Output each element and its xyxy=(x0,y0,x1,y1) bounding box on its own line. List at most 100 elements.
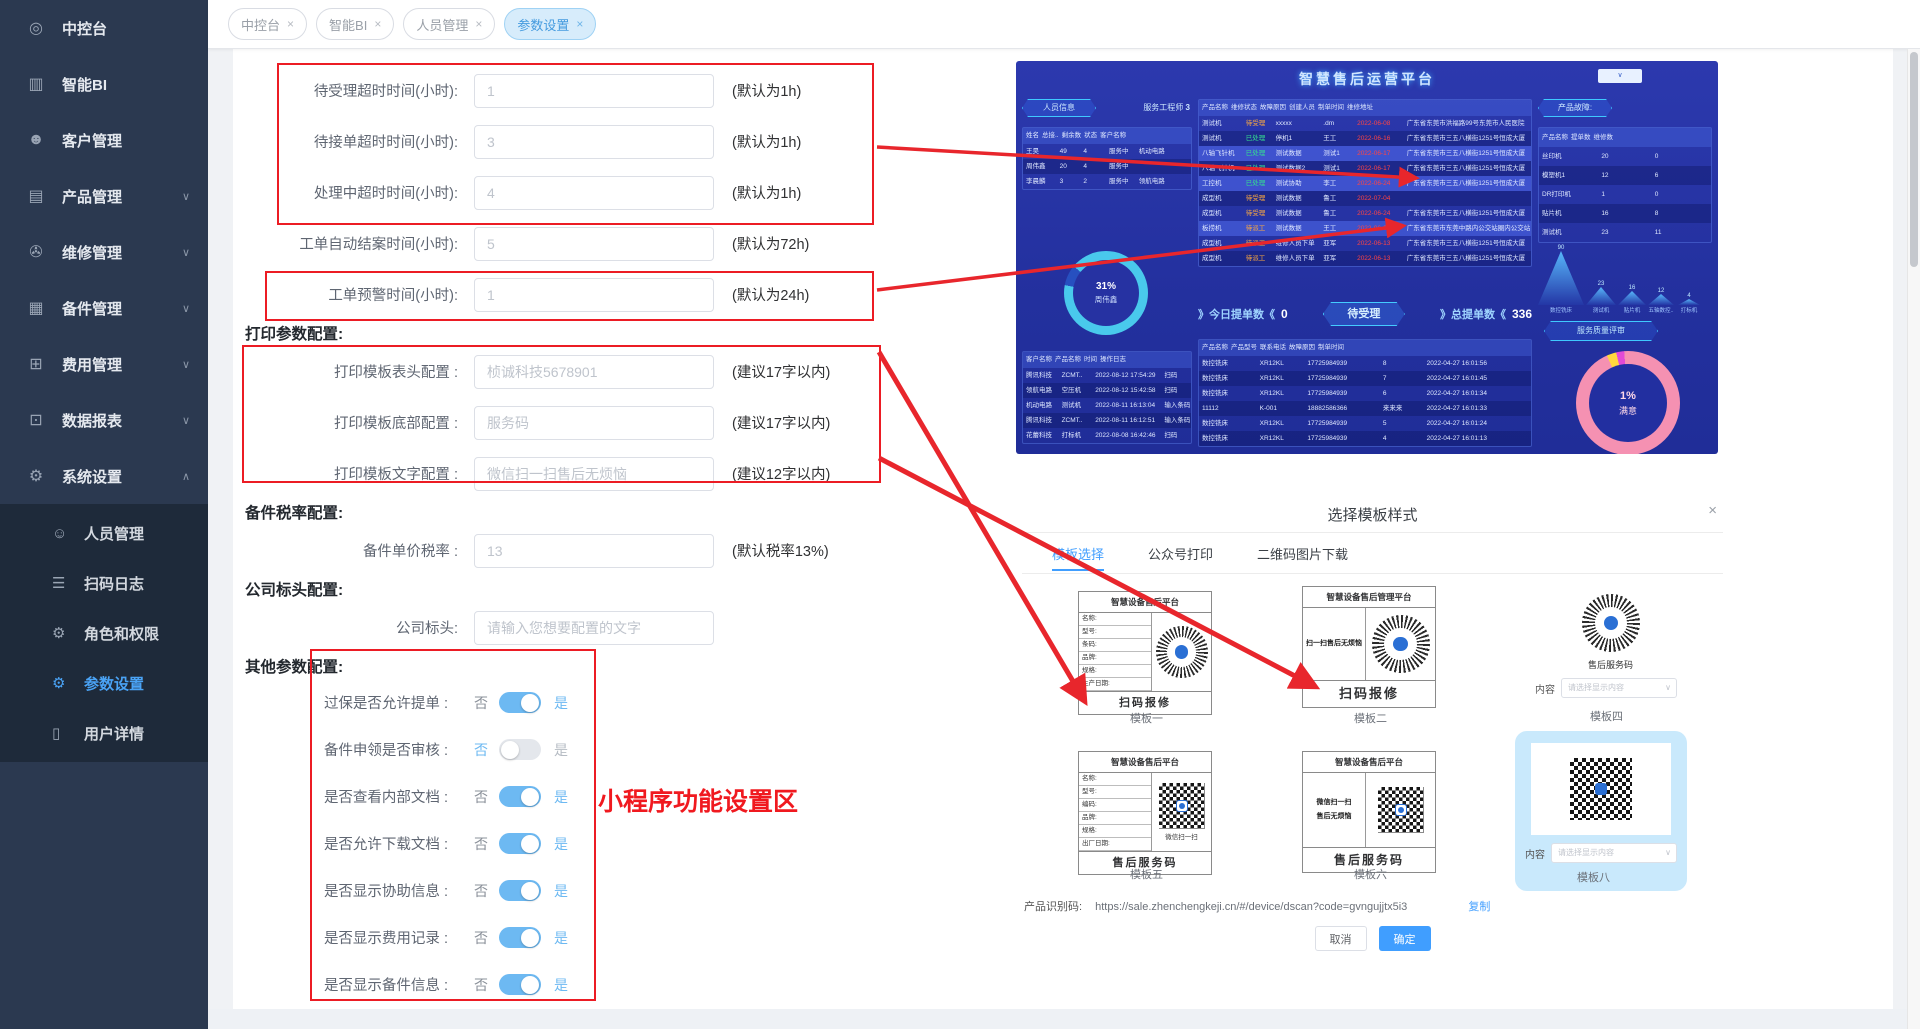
dialog-buttons: 取消 确定 xyxy=(1022,926,1723,951)
sidebar-item-roles[interactable]: ⚙ 角色和权限 xyxy=(0,608,208,658)
close-icon[interactable]: × xyxy=(374,17,381,31)
template-card-5[interactable]: 智慧设备售后平台 名称: 型号: 编码: 品牌: 规格: 出厂日期: xyxy=(1078,751,1212,875)
cell: 23 xyxy=(1598,223,1651,242)
content-area: 待受理超时时间(小时): 1 (默认为1h) 待接单超时时间(小时): 3 (默… xyxy=(208,49,1920,1009)
sidebar-item-scan-log[interactable]: ☰ 扫码日志 xyxy=(0,558,208,608)
cancel-button[interactable]: 取消 xyxy=(1315,926,1367,951)
copy-link[interactable]: 复制 xyxy=(1468,901,1490,913)
toggle-switch[interactable] xyxy=(499,880,541,901)
sidebar-item-reports[interactable]: ⊡ 数据报表 ∨ xyxy=(0,392,208,448)
dashboard-middle-column: 产品名称维修状态故障原因创建人员制单时间维修地址 测试机 待受理 xxxxx .… xyxy=(1198,99,1532,449)
text-input[interactable]: 3 xyxy=(474,125,714,159)
toggle-switch[interactable] xyxy=(499,692,541,713)
annotation-text: 小程序功能设置区 xyxy=(598,782,798,818)
switch-knob xyxy=(521,976,539,994)
sidebar-item-system-settings[interactable]: ⚙ 系统设置 ∧ xyxy=(0,448,208,504)
toggle-yes-label: 是 xyxy=(554,975,568,995)
toggle-switch[interactable] xyxy=(499,833,541,854)
template-card-8-selected[interactable]: 内容 请选择显示内容 ∨ 模板八 xyxy=(1515,731,1687,891)
close-icon[interactable]: × xyxy=(1708,502,1717,519)
toggle-yes-label: 是 xyxy=(554,928,568,948)
text-input[interactable]: 请输入您想要配置的文字 xyxy=(474,611,714,645)
cell: 测试机 xyxy=(1199,116,1243,131)
today-orders-label: 》今日提单数《 xyxy=(1198,309,1275,321)
text-input[interactable]: 13 xyxy=(474,534,714,568)
cell: 12 xyxy=(1598,166,1651,185)
table-row: 丝印机 20 0 xyxy=(1539,147,1711,166)
field-label: 打印模板表头配置 : xyxy=(233,361,458,382)
toggle-switch[interactable] xyxy=(499,974,541,995)
board-icon: ⊞ xyxy=(26,354,46,374)
page-tab[interactable]: 参数设置 × xyxy=(504,8,596,40)
today-orders-value: 0 xyxy=(1281,307,1288,321)
sidebar-item-repair[interactable]: ✇ 维修管理 ∨ xyxy=(0,224,208,280)
content-select-row: 内容 请选择显示内容 ∨ xyxy=(1525,843,1677,863)
text-input[interactable]: 桢诚科技5678901 xyxy=(474,355,714,389)
card-caption: 模板一 xyxy=(1130,710,1163,726)
sidebar-item-parameter-settings[interactable]: ⚙ 参数设置 xyxy=(0,658,208,708)
text-input[interactable]: 服务码 xyxy=(474,406,714,440)
table-row: 花蕾科技 打标机 2022-08-08 16:42:46 扫码 xyxy=(1023,428,1191,443)
tab-label: 中控台 xyxy=(241,15,280,34)
tab-label: 智能BI xyxy=(329,15,367,34)
peak-value: 90 xyxy=(1558,245,1565,251)
time-filter-dropdown[interactable]: ∨ xyxy=(1598,69,1642,83)
toggle-switch[interactable] xyxy=(499,786,541,807)
text-input[interactable]: 微信扫一扫售后无烦恼 xyxy=(474,457,714,491)
header-cell: 总接.. xyxy=(1039,128,1059,144)
dialog-tab[interactable]: 二维码图片下载 xyxy=(1257,544,1348,571)
sidebar-item-bi[interactable]: ▥ 智能BI xyxy=(0,56,208,112)
page-tab[interactable]: 智能BI × xyxy=(316,8,394,40)
table-row: 11112 K-001 18882586366 来来来 2022-04-27 1… xyxy=(1199,401,1531,416)
template-card-2[interactable]: 智慧设备售后管理平台 扫一扫售后无烦恼 扫码报修 xyxy=(1302,586,1436,708)
qr-code-circular xyxy=(1156,626,1208,678)
total-orders-label: 》总提单数《 xyxy=(1440,309,1506,321)
sidebar-item-parts[interactable]: ▦ 备件管理 ∨ xyxy=(0,280,208,336)
content-select[interactable]: 请选择显示内容 ∨ xyxy=(1561,678,1677,698)
confirm-button[interactable]: 确定 xyxy=(1379,926,1431,951)
cell: 花蕾科技 xyxy=(1023,428,1059,443)
sidebar-item-customers[interactable]: ☻ 客户管理 xyxy=(0,112,208,168)
header-cell: 故障原因 xyxy=(1257,100,1286,116)
sidebar-item-user-details[interactable]: ▯ 用户详情 xyxy=(0,708,208,758)
cell: 模塑机1 xyxy=(1539,166,1598,185)
close-icon[interactable]: × xyxy=(287,17,294,31)
table-row: 腾讯科技 ZCMT.. 2022-08-12 17:54:29 扫码 xyxy=(1023,368,1191,383)
sidebar-item-staff[interactable]: ☺ 人员管理 xyxy=(0,508,208,558)
dialog-tab[interactable]: 模板选择 xyxy=(1052,544,1104,571)
text-input[interactable]: 1 xyxy=(474,278,714,312)
sidebar-item-console[interactable]: ◎ 中控台 xyxy=(0,0,208,56)
console-icon: ◎ xyxy=(26,18,46,38)
template-card-6[interactable]: 智慧设备售后平台 微信扫一扫 售后无烦恼 售后服务码 xyxy=(1302,751,1436,873)
dialog-tab[interactable]: 公众号打印 xyxy=(1148,544,1213,571)
sub-item-label: 人员管理 xyxy=(84,523,144,544)
status-cell: 已处理 xyxy=(1243,131,1273,146)
text-input[interactable]: 4 xyxy=(474,176,714,210)
close-icon[interactable]: × xyxy=(475,17,482,31)
section-title-company: 公司标头配置: xyxy=(233,580,933,602)
scrollbar-thumb[interactable] xyxy=(1910,52,1918,267)
peak-shape xyxy=(1538,251,1584,305)
template-card-1[interactable]: 智慧设备售后平台 名称: 型号: 条码: 品牌: 规格: 生产日期: xyxy=(1078,591,1212,715)
sidebar-item-label: 系统设置 xyxy=(62,466,122,487)
cell: 打标机 xyxy=(1059,428,1093,443)
cell: 数控铣床 xyxy=(1199,371,1257,386)
card-header: 智慧设备售后管理平台 xyxy=(1303,587,1435,608)
text-input[interactable]: 1 xyxy=(474,74,714,108)
sidebar-item-fees[interactable]: ⊞ 费用管理 ∨ xyxy=(0,336,208,392)
text-input[interactable]: 5 xyxy=(474,227,714,261)
cell: .dm xyxy=(1320,116,1354,131)
card-caption: 模板二 xyxy=(1354,710,1387,726)
toggle-switch[interactable] xyxy=(499,739,541,760)
template-card-4[interactable] xyxy=(1582,594,1640,652)
page-tab[interactable]: 中控台 × xyxy=(228,8,307,40)
close-icon[interactable]: × xyxy=(576,17,583,31)
date-cell: 2022-06-24 xyxy=(1354,206,1404,221)
page-tab[interactable]: 人员管理 × xyxy=(403,8,495,40)
card-field: 条码: xyxy=(1079,639,1151,652)
page-scrollbar[interactable] xyxy=(1907,49,1920,1029)
toggle-switch[interactable] xyxy=(499,927,541,948)
content-select[interactable]: 请选择显示内容 ∨ xyxy=(1551,843,1677,863)
cell: 17725984939 xyxy=(1304,431,1380,446)
sidebar-item-products[interactable]: ▤ 产品管理 ∨ xyxy=(0,168,208,224)
